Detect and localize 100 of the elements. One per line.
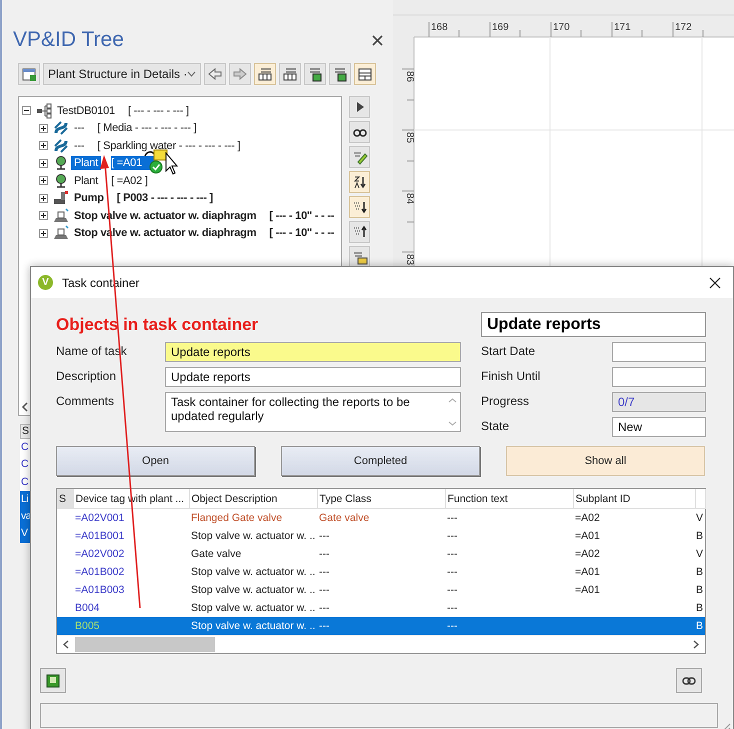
table-cell-text: --- [318, 547, 330, 562]
sort-icon[interactable] [349, 171, 370, 193]
table-cell-text: B [695, 583, 704, 598]
expand-icon[interactable] [39, 158, 48, 168]
scroll-left-icon[interactable] [20, 400, 30, 414]
add-list-icon[interactable] [304, 63, 326, 85]
close-icon[interactable] [709, 276, 721, 288]
tree-node-label[interactable]: Pump [71, 191, 107, 206]
play-icon[interactable] [349, 96, 370, 118]
sort-up-icon[interactable] [349, 221, 370, 243]
filter-button[interactable]: Show all [506, 446, 705, 476]
ruler-label: 86 [404, 71, 415, 82]
scroll-left-icon[interactable] [62, 640, 70, 649]
tree-node-label[interactable]: TestDB0101 [54, 104, 118, 118]
list-folder-icon[interactable] [349, 246, 370, 268]
input-field[interactable]: Update reports [165, 367, 461, 387]
tree-node-detail: [ --- - --- - --- ] [128, 104, 189, 118]
filter-button[interactable]: Completed [281, 446, 480, 476]
table-cell: V [695, 508, 705, 527]
close-icon[interactable] [372, 34, 383, 46]
field-label: Progress [481, 393, 530, 410]
table-list-icon[interactable] [279, 63, 301, 85]
input-field[interactable]: Update reports [165, 342, 461, 362]
expand-icon[interactable] [39, 124, 48, 133]
table-cell-text: --- [318, 583, 330, 598]
table-cell: B005 [73, 617, 189, 635]
table-cell-text: =A01B002 [74, 565, 126, 580]
column-header[interactable]: Object Description [189, 489, 317, 508]
scroll-right-icon[interactable] [692, 640, 700, 649]
input-field[interactable] [612, 342, 706, 362]
ruler-label: 169 [492, 22, 509, 33]
table-cell: --- [317, 599, 445, 617]
table-cell-text: =A02V002 [74, 547, 126, 562]
pencil-list-icon[interactable] [349, 146, 370, 168]
input-field[interactable]: New [612, 417, 706, 437]
table-cell: --- [317, 617, 445, 635]
input-field[interactable] [612, 367, 706, 387]
plant-icon [56, 156, 66, 170]
column-header[interactable]: S [57, 489, 73, 508]
table-cell: Stop valve w. actuator w. .. [189, 617, 317, 635]
table-cell: --- [445, 599, 573, 617]
table-cell: B [695, 599, 705, 617]
column-header[interactable]: Subplant ID [573, 489, 695, 508]
field-label: Finish Until [481, 368, 542, 385]
column-header[interactable]: Function text [445, 489, 573, 508]
valve-icon [54, 226, 69, 240]
grid-icon[interactable] [354, 63, 376, 85]
expand-icon[interactable] [39, 194, 48, 203]
input-field: 0/7 [612, 392, 706, 412]
task-title-field: Update reports [481, 312, 706, 337]
table-cell-text: B [695, 565, 704, 580]
table-cell-text: =A01B003 [74, 583, 126, 598]
field-label: Comments [56, 393, 116, 410]
table-cell-text: --- [446, 547, 458, 562]
link-button[interactable] [676, 668, 702, 693]
table-cell: Gate valve [317, 508, 445, 527]
tree-node-label[interactable]: --- [71, 121, 88, 136]
network-icon [37, 103, 52, 118]
table-cell-text: --- [318, 529, 330, 544]
comments-field[interactable]: Task container for collecting the reports to be updated regularly [165, 392, 461, 432]
ruler-label: 85 [404, 132, 415, 144]
expand-icon[interactable] [39, 211, 48, 220]
binoculars-icon[interactable] [349, 121, 370, 143]
plant-icon [56, 174, 66, 188]
tree-node-label[interactable]: Plant [71, 174, 102, 188]
valve-icon [54, 208, 69, 222]
new-window-icon[interactable] [18, 63, 40, 85]
table-cell: --- [445, 617, 573, 635]
table-list-icon[interactable] [254, 63, 276, 85]
table-cell: --- [445, 508, 573, 527]
pump-icon [54, 191, 68, 204]
tree-node-label[interactable]: Plant [71, 156, 102, 170]
table-cell-text: V [695, 547, 704, 562]
save-button[interactable] [40, 668, 66, 693]
tree-node-detail: [ =A02 ] [111, 174, 148, 188]
table-cell-text: =A02 [574, 547, 601, 562]
ruler-label: 84 [404, 193, 415, 204]
expand-icon[interactable] [39, 141, 48, 150]
table-cell-text: --- [446, 529, 458, 544]
tree-node-label[interactable]: --- [71, 138, 88, 153]
table-cell: =A02 [573, 508, 695, 527]
table-cell-text: --- [446, 565, 458, 580]
column-header[interactable]: Type Class [317, 489, 445, 508]
table-cell-text: Stop valve w. actuator w. .. [190, 565, 316, 580]
scrollbar-thumb[interactable] [75, 637, 215, 652]
add-list-icon[interactable] [329, 63, 351, 85]
filter-button[interactable]: Open [56, 446, 255, 476]
table-cell-text: =A01 [574, 583, 601, 598]
table-cell-text: --- [446, 583, 458, 598]
expand-icon[interactable] [39, 228, 48, 238]
pipe-flow-icon [54, 138, 68, 153]
table-cell: Flanged Gate valve [189, 508, 317, 527]
table-cell: B004 [73, 599, 189, 617]
view-dropdown[interactable]: Plant Structure in Details · [43, 63, 201, 85]
table-cell: Stop valve w. actuator w. .. [189, 599, 317, 617]
field-label: State [481, 418, 510, 435]
sort-down-icon[interactable] [349, 196, 370, 218]
ruler-label: 83 [404, 254, 415, 266]
expand-icon[interactable] [39, 176, 48, 186]
collapse-icon[interactable] [22, 106, 31, 116]
